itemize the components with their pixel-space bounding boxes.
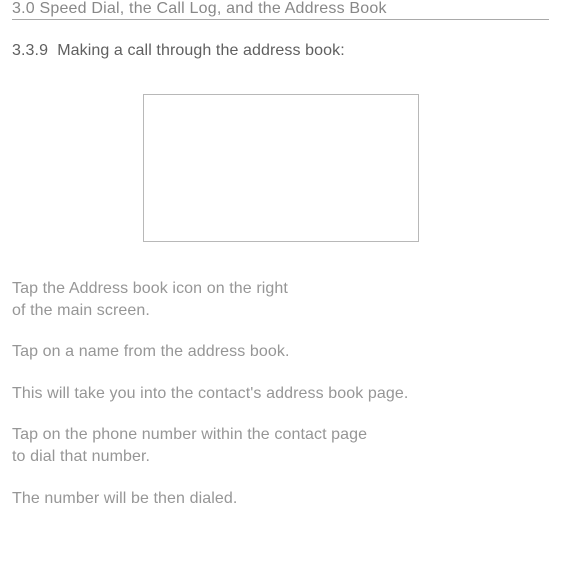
body-line: This will take you into the contact's ad… [12,385,408,402]
figure-container [12,94,549,242]
figure-placeholder [143,94,419,242]
body-line: Tap on a name from the address book. [12,343,290,360]
paragraph-4: Tap on the phone number within the conta… [12,424,549,467]
paragraph-5: The number will be then dialed. [12,488,549,510]
body-line: of the main screen. [12,302,150,319]
chapter-header: 3.0 Speed Dial, the Call Log, and the Ad… [12,0,549,20]
body-line: Tap on the phone number within the conta… [12,426,367,443]
body-line: to dial that number. [12,448,150,465]
paragraph-1: Tap the Address book icon on the right o… [12,278,549,321]
body-line: Tap the Address book icon on the right [12,280,288,297]
body-content: Tap the Address book icon on the right o… [12,278,549,509]
paragraph-3: This will take you into the contact's ad… [12,383,549,405]
section-title: Making a call through the address book: [57,42,345,59]
paragraph-2: Tap on a name from the address book. [12,341,549,363]
section-heading: 3.3.9 Making a call through the address … [12,42,549,60]
section-number: 3.3.9 [12,42,48,59]
body-line: The number will be then dialed. [12,490,237,507]
chapter-title: 3.0 Speed Dial, the Call Log, and the Ad… [12,0,387,17]
